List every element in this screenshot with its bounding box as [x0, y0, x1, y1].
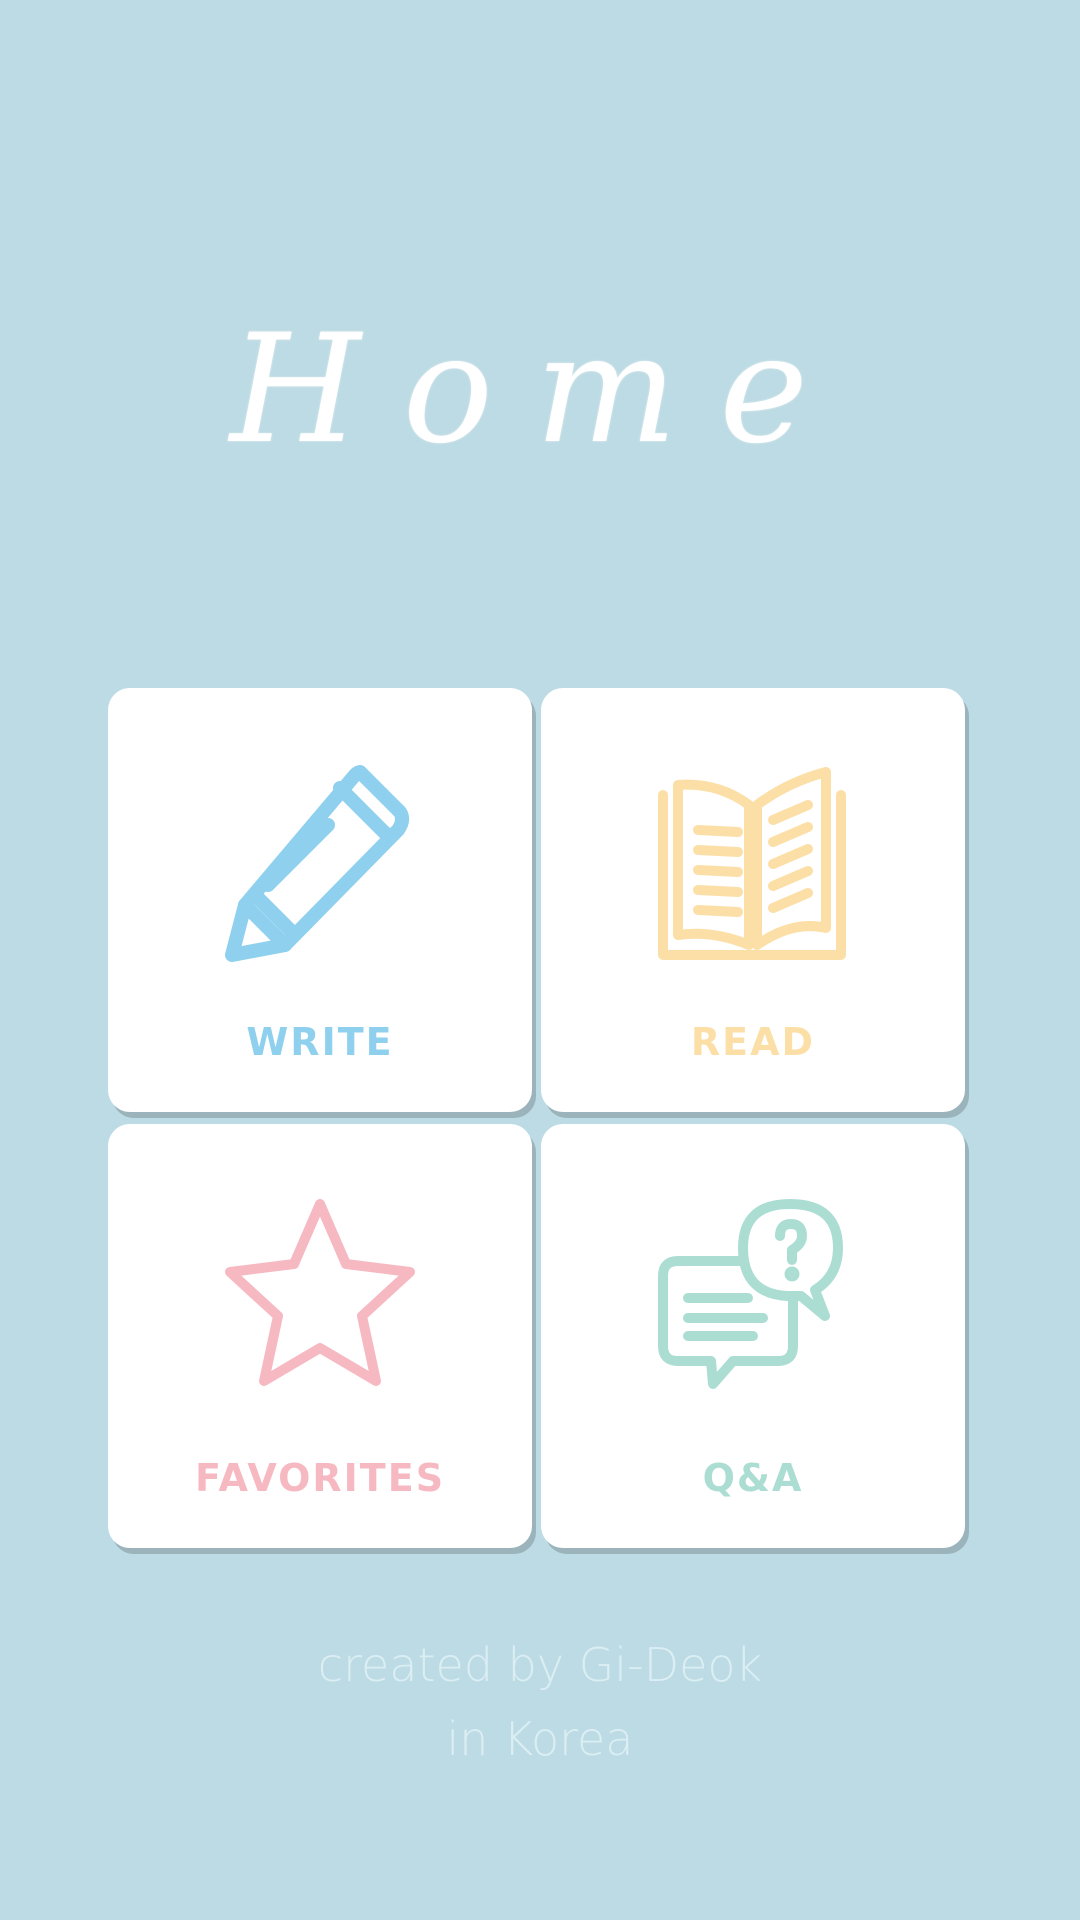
credits-line-1: created by Gi-Deok: [317, 1638, 763, 1692]
credits-line-2: in Korea: [446, 1712, 634, 1766]
write-label: WRITE: [246, 1020, 394, 1064]
page-title: Home: [229, 303, 851, 477]
chat-bubbles-icon: [658, 1199, 843, 1389]
star-icon: [225, 1199, 415, 1386]
open-book-icon: [658, 767, 846, 960]
qa-button[interactable]: Q&A: [541, 1124, 965, 1548]
qa-label: Q&A: [702, 1456, 804, 1500]
credits: created by Gi-Deok in Korea: [0, 1628, 1080, 1776]
write-button[interactable]: WRITE: [108, 688, 532, 1112]
home-menu-grid: WRITE READ FAVORITES Q&A: [108, 688, 966, 1548]
read-button[interactable]: READ: [541, 688, 965, 1112]
favorites-button[interactable]: FAVORITES: [108, 1124, 532, 1548]
pencil-icon: [225, 765, 410, 962]
favorites-label: FAVORITES: [194, 1456, 446, 1500]
read-label: READ: [690, 1020, 816, 1064]
